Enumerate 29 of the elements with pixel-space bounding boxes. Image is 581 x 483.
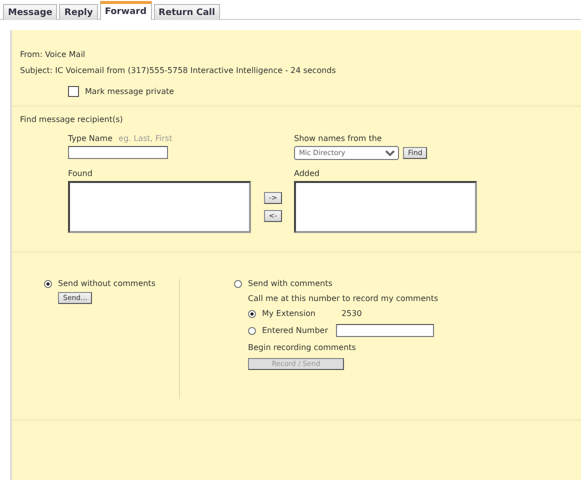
checkbox-label: Mark message private [85,87,174,96]
tab[interactable]: Return Call [154,4,220,20]
instruction-text: Begin recording comments [248,343,357,352]
list-label: Added [294,169,320,178]
tab[interactable]: Message [3,4,58,20]
found-list[interactable] [68,181,251,233]
tab[interactable]: Forward [100,1,152,20]
radio-label: Send without comments [58,279,156,288]
section-heading: Find message recipient(s) [20,115,123,124]
field-label: Show names from the [294,134,383,143]
sender-text: From: Voice Mail [20,50,86,59]
radio-button[interactable] [234,280,242,288]
instruction-text: Call me at this number to record my comments [248,294,438,303]
tab[interactable]: Reply [59,4,98,20]
number-field[interactable] [336,324,434,337]
subject-text: Subject: IC Voicemail from (317)555-5758 Interactive Intelligence - 24 seconds [20,66,337,75]
checkbox[interactable] [68,86,79,97]
name-field[interactable] [68,146,168,159]
radio-button[interactable] [248,326,256,334]
radio-label: Entered Number [262,326,328,335]
added-list[interactable] [294,181,477,233]
hint-text: eg. Last, First [118,134,172,143]
field-label: Type Name [68,134,113,143]
radio-button[interactable] [44,280,52,288]
radio-label: Send with comments [248,279,332,288]
extension-number: 2530 [341,309,362,318]
radio-label: My Extension [262,309,316,318]
radio-button[interactable] [248,310,256,318]
list-label: Found [68,169,94,178]
